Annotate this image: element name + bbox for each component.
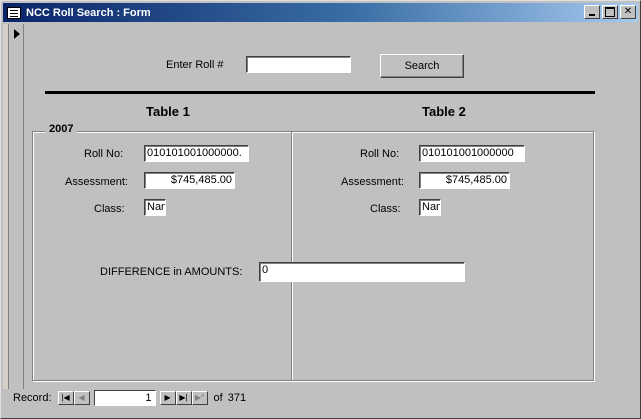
table2-roll-field[interactable]: 010101001000000 (419, 145, 525, 162)
table2-assessment-field[interactable]: $745,485.00 (419, 172, 510, 189)
difference-label: DIFFERENCE in AMOUNTS: (100, 266, 243, 278)
current-record-field[interactable]: 1 (93, 390, 156, 406)
table2-title: Table 2 (422, 104, 466, 119)
maximize-button[interactable] (602, 5, 618, 19)
table1-class-field[interactable]: Nam (144, 199, 166, 216)
table1-class-label: Class: (94, 203, 125, 215)
table2-class-field[interactable]: Nam (419, 199, 441, 216)
table2-assessment-label: Assessment: (341, 176, 404, 188)
previous-record-button[interactable]: ◀ (73, 391, 90, 405)
last-record-icon: ▶| (179, 393, 188, 402)
first-record-icon: |◀ (61, 393, 70, 402)
difference-field[interactable]: 0 (259, 262, 465, 282)
table2-class-label: Class: (370, 203, 401, 215)
close-button[interactable]: ✕ (620, 5, 636, 19)
new-record-button[interactable]: ▶* (191, 391, 208, 405)
form-icon[interactable] (7, 6, 21, 19)
year-group-box (32, 131, 594, 381)
last-record-button[interactable]: ▶| (175, 391, 192, 405)
minimize-button[interactable] (584, 5, 600, 19)
next-record-button[interactable]: ▶ (159, 391, 176, 405)
record-total: 371 (227, 392, 247, 404)
table1-assessment-label: Assessment: (65, 176, 128, 188)
new-record-icon: ▶* (194, 393, 205, 402)
window-left-edge (3, 24, 9, 389)
current-record-arrow-icon (14, 29, 20, 39)
record-of-label: of (213, 392, 223, 404)
search-label: Enter Roll # (166, 59, 224, 71)
previous-record-icon: ◀ (78, 393, 85, 402)
first-record-button[interactable]: |◀ (57, 391, 74, 405)
table1-roll-field[interactable]: 010101001000000. (144, 145, 249, 162)
roll-search-input[interactable] (246, 56, 351, 73)
table1-roll-label: Roll No: (84, 148, 124, 160)
window-title: NCC Roll Search : Form (26, 6, 151, 19)
table1-title: Table 1 (146, 104, 190, 119)
form-detail: Enter Roll # Search Table 1 Table 2 2007… (25, 24, 635, 386)
next-record-icon: ▶ (164, 393, 171, 402)
table1-assessment-field[interactable]: $745,485.00 (144, 172, 235, 189)
form-window: NCC Roll Search : Form ✕ Enter Roll # Se… (0, 0, 641, 419)
record-label: Record: (13, 392, 52, 404)
window-controls: ✕ (582, 5, 636, 19)
table2-roll-label: Roll No: (360, 148, 400, 160)
search-button[interactable]: Search (380, 54, 464, 78)
title-bar[interactable]: NCC Roll Search : Form ✕ (3, 3, 638, 22)
table-column-divider (291, 132, 293, 380)
group-year-label: 2007 (45, 123, 78, 135)
record-selector[interactable] (10, 24, 24, 389)
header-divider (45, 91, 595, 94)
record-navigation-bar: Record: |◀ ◀ 1 ▶ ▶| ▶* of 371 (10, 389, 635, 407)
